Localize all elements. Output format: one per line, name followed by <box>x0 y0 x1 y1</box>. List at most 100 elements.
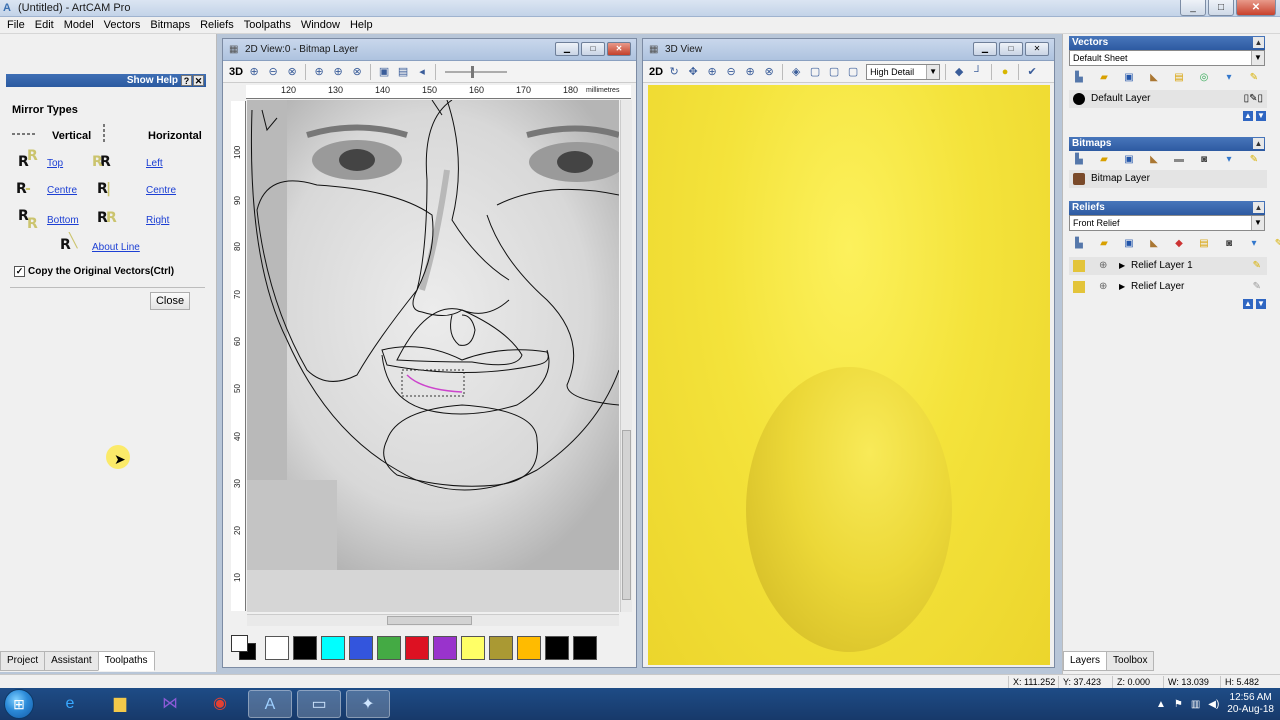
mirror-centre-horizontal-link[interactable]: Centre <box>146 185 176 196</box>
bitmap-layer-row[interactable]: Bitmap Layer <box>1069 170 1267 188</box>
color-swatch-black-3[interactable] <box>573 636 597 660</box>
bitmap-canvas[interactable] <box>247 100 619 612</box>
relief-combine-mode-icon[interactable]: ⊕ <box>1099 278 1107 296</box>
mirror-top-link[interactable]: Top <box>47 158 63 169</box>
window-taskbar-icon[interactable]: ▭ <box>297 690 341 718</box>
delete-layer-icon[interactable]: ▾ <box>1221 70 1237 86</box>
copy-vectors-checkbox[interactable]: ✓ <box>14 266 25 277</box>
bitmap-tool-icon[interactable]: ▬ <box>1171 152 1187 168</box>
material-icon[interactable]: ✔ <box>1024 64 1040 80</box>
assistant-close-button[interactable]: Close <box>150 292 190 310</box>
layer-color-icon[interactable] <box>1073 93 1085 105</box>
relief-combine-icon[interactable]: ◆ <box>1171 236 1187 252</box>
color-swatch-orange[interactable] <box>517 636 541 660</box>
vertical-scrollbar[interactable] <box>620 100 632 612</box>
relief-layer-1-row[interactable]: ⊕ ▶ Relief Layer 1 ✎ <box>1069 257 1267 275</box>
collapse-reliefs-icon[interactable]: ▲ <box>1253 202 1264 213</box>
visual-studio-icon[interactable]: ⋈ <box>148 690 192 718</box>
menu-model[interactable]: Model <box>59 19 99 31</box>
mirror-centre-v-icon[interactable]: R- <box>16 181 38 201</box>
show-help-label[interactable]: Show Help <box>127 75 178 86</box>
color-swatch-white[interactable] <box>265 636 289 660</box>
relief-select[interactable]: Front Relief ▼ <box>1069 215 1265 231</box>
start-button-icon[interactable]: ⊞ <box>4 689 34 719</box>
relief-3d-canvas[interactable] <box>648 85 1050 665</box>
primary-secondary-color[interactable] <box>231 635 257 661</box>
color-swatch-black[interactable] <box>293 636 317 660</box>
paste-icon[interactable]: ▤ <box>1171 70 1187 86</box>
switch-to-3d-button[interactable]: 3D <box>229 64 243 80</box>
menu-edit[interactable]: Edit <box>30 19 59 31</box>
view-2d-minimize-button[interactable]: ▁ <box>555 42 579 56</box>
network-icon[interactable]: ▥ <box>1191 699 1200 710</box>
tab-project[interactable]: Project <box>0 651 46 671</box>
layer-toggle-icon[interactable]: ▣ <box>376 64 392 80</box>
help-close-button[interactable]: ✕ <box>193 75 204 86</box>
mirror-bottom-icon[interactable]: RR <box>18 208 40 232</box>
color-swatch-cyan[interactable] <box>321 636 345 660</box>
internet-explorer-icon[interactable]: e <box>48 690 92 718</box>
vector-layer-row[interactable]: Default Layer ▯✎▯ <box>1069 90 1267 108</box>
bitmap-effect-icon[interactable]: ◙ <box>1196 152 1212 168</box>
zoom-all-icon[interactable]: ⊕ <box>330 64 346 80</box>
mirror-about-line-icon[interactable]: R ╲ <box>60 233 82 257</box>
zoom-fit-icon[interactable]: ⊗ <box>349 64 365 80</box>
zoom-out-3d-icon[interactable]: ⊖ <box>723 64 739 80</box>
save-relief-icon[interactable]: ▣ <box>1121 236 1137 252</box>
zoom-box-icon[interactable]: ⊗ <box>284 64 300 80</box>
tab-toolpaths[interactable]: Toolpaths <box>97 651 155 671</box>
horizontal-scroll-thumb[interactable] <box>387 616 472 625</box>
tab-assistant[interactable]: Assistant <box>44 651 99 671</box>
tray-expand-icon[interactable]: ▲ <box>1156 699 1166 710</box>
relief-layer-1-visibility-icon[interactable]: ✎ <box>1253 257 1261 275</box>
top-view-icon[interactable]: ▢ <box>845 64 861 80</box>
menu-toolpaths[interactable]: Toolpaths <box>239 19 296 31</box>
volume-icon[interactable]: ◀) <box>1208 699 1219 710</box>
relief-layer-visibility-icon[interactable]: ✎ <box>1253 278 1261 296</box>
mirror-left-link[interactable]: Left <box>146 158 163 169</box>
bitmap-properties-icon[interactable]: ✎ <box>1246 152 1262 168</box>
mirror-left-icon[interactable]: RR <box>92 154 122 174</box>
open-folder-icon[interactable]: ▰ <box>1096 70 1112 86</box>
menu-bitmaps[interactable]: Bitmaps <box>145 19 195 31</box>
pan-icon[interactable]: ✥ <box>685 64 701 80</box>
iso-view-icon[interactable]: ◈ <box>788 64 804 80</box>
action-center-icon[interactable]: ⚑ <box>1174 699 1183 710</box>
vertical-scroll-thumb[interactable] <box>622 430 631 600</box>
relief-combine-mode-icon[interactable]: ⊕ <box>1099 257 1107 275</box>
import-bitmap-icon[interactable]: ◣ <box>1146 152 1162 168</box>
mirror-centre-vertical-link[interactable]: Centre <box>47 185 77 196</box>
side-view-icon[interactable]: ▢ <box>826 64 842 80</box>
move-relief-down-icon[interactable]: ▼ <box>1256 299 1266 309</box>
move-layer-down-icon[interactable]: ▼ <box>1256 111 1266 121</box>
color-swatch-purple[interactable] <box>433 636 457 660</box>
new-layer-icon[interactable]: ▙ <box>1071 70 1087 86</box>
delete-relief-icon[interactable]: ▾ <box>1246 236 1262 252</box>
horizontal-scrollbar[interactable] <box>247 614 619 626</box>
color-swatch-red[interactable] <box>405 636 429 660</box>
arrow-icon[interactable]: ◂ <box>414 64 430 80</box>
chevron-down-icon[interactable]: ▼ <box>1251 216 1264 230</box>
color-swatch-black-2[interactable] <box>545 636 569 660</box>
mirror-right-link[interactable]: Right <box>146 215 169 226</box>
expand-arrow-icon[interactable]: ▶ <box>1119 278 1125 296</box>
color-swatch-light-yellow[interactable] <box>461 636 485 660</box>
maximize-button[interactable]: □ <box>1208 0 1234 16</box>
delete-bitmap-icon[interactable]: ▾ <box>1221 152 1237 168</box>
menu-window[interactable]: Window <box>296 19 345 31</box>
artcam-taskbar-icon[interactable]: A <box>248 690 292 718</box>
zoom-out-icon[interactable]: ⊖ <box>265 64 281 80</box>
clock[interactable]: 12:56 AM 20-Aug-18 <box>1227 692 1274 716</box>
mirror-bottom-link[interactable]: Bottom <box>47 215 79 226</box>
vector-sheet-select[interactable]: Default Sheet ▼ <box>1069 50 1265 66</box>
import-relief-icon[interactable]: ◣ <box>1146 236 1162 252</box>
move-relief-up-icon[interactable]: ▲ <box>1243 299 1253 309</box>
relief-effect-icon[interactable]: ◙ <box>1221 236 1237 252</box>
open-relief-icon[interactable]: ▰ <box>1096 236 1112 252</box>
relief-properties-icon[interactable]: ✎ <box>1271 236 1280 252</box>
switch-to-2d-button[interactable]: 2D <box>649 64 663 80</box>
rotate-icon[interactable]: ↻ <box>666 64 682 80</box>
layer-properties-icon[interactable]: ✎ <box>1246 70 1262 86</box>
color-swatch-blue[interactable] <box>349 636 373 660</box>
save-bitmap-icon[interactable]: ▣ <box>1121 152 1137 168</box>
